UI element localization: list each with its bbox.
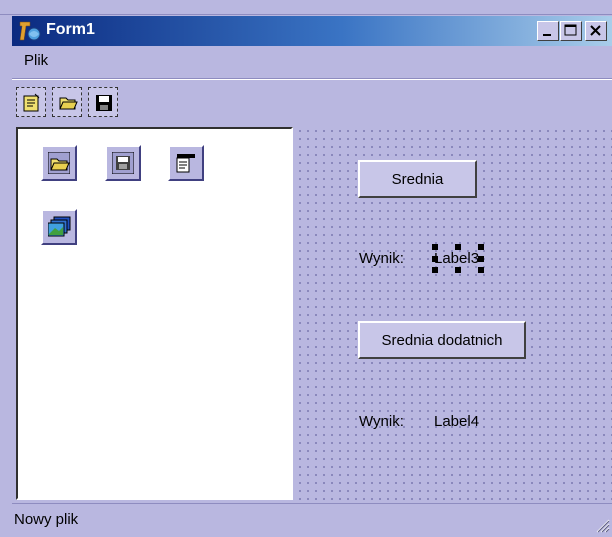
- save-dialog-icon: [112, 152, 134, 174]
- open-dialog-component[interactable]: [41, 145, 77, 181]
- new-file-button[interactable]: [16, 87, 46, 117]
- selection-handle[interactable]: [478, 267, 484, 273]
- image-list-icon: [48, 216, 71, 237]
- save-disk-icon: [96, 95, 112, 111]
- open-folder-button[interactable]: [52, 87, 82, 117]
- status-text: Nowy plik: [14, 511, 79, 528]
- ide-top-strip: [0, 0, 612, 15]
- selection-handle[interactable]: [478, 244, 484, 250]
- selection-handle[interactable]: [455, 267, 461, 273]
- menu-item-plik[interactable]: Plik: [24, 52, 48, 69]
- save-button[interactable]: [88, 87, 118, 117]
- resize-grip-icon[interactable]: [594, 517, 610, 533]
- main-menu-icon: [176, 154, 195, 173]
- toolbar: [12, 82, 612, 122]
- image-list-component[interactable]: [41, 209, 77, 245]
- menu-bar: Plik: [12, 46, 612, 76]
- new-file-icon: [23, 93, 40, 112]
- selection-handle[interactable]: [432, 267, 438, 273]
- result-caption-2: Wynik:: [359, 413, 404, 430]
- selection-handle[interactable]: [432, 256, 438, 262]
- srednia-button[interactable]: Srednia: [358, 160, 477, 198]
- open-folder-icon: [59, 97, 78, 110]
- delphi-app-icon: [18, 20, 42, 42]
- close-button[interactable]: [585, 21, 607, 41]
- result-caption-1: Wynik:: [359, 250, 404, 267]
- save-dialog-component[interactable]: [105, 145, 141, 181]
- selection-handle[interactable]: [455, 244, 461, 250]
- minimize-button[interactable]: [537, 21, 559, 41]
- title-bar[interactable]: Form1: [12, 16, 612, 46]
- selection-handle[interactable]: [478, 256, 484, 262]
- maximize-button[interactable]: [560, 21, 582, 41]
- close-icon: [590, 25, 601, 36]
- form-design-area[interactable]: Srednia Wynik: Label3 Srednia dodatnich …: [296, 127, 612, 500]
- label3-value[interactable]: Label3: [434, 250, 479, 267]
- window-title: Form1: [46, 21, 95, 38]
- selection-handle[interactable]: [432, 244, 438, 250]
- open-dialog-icon: [48, 152, 70, 174]
- main-menu-component[interactable]: [168, 145, 204, 181]
- srednia-dodatnich-button[interactable]: Srednia dodatnich: [358, 321, 526, 359]
- file-list-panel[interactable]: [16, 127, 293, 500]
- maximize-icon: [564, 24, 577, 36]
- menu-separator: [12, 78, 612, 80]
- label4-value[interactable]: Label4: [434, 413, 479, 430]
- status-bar: Nowy plik: [12, 503, 612, 537]
- minimize-icon: [543, 34, 551, 36]
